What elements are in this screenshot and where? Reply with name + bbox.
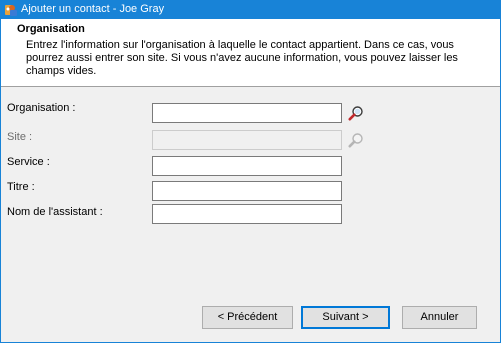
- titre-input[interactable]: [152, 181, 342, 201]
- dialog-window: Ajouter un contact - Joe Gray Organisati…: [0, 0, 501, 343]
- organisation-search-icon[interactable]: [348, 105, 364, 121]
- window-title: Ajouter un contact - Joe Gray: [21, 3, 165, 15]
- organisation-input[interactable]: [152, 103, 342, 123]
- service-label: Service :: [7, 156, 50, 168]
- wizard-header: Organisation Entrez l'information sur l'…: [1, 19, 500, 87]
- assistant-label: Nom de l'assistant :: [7, 206, 103, 218]
- page-description: Entrez l'information sur l'organisation …: [26, 39, 458, 77]
- previous-button[interactable]: < Précédent: [202, 306, 293, 329]
- site-input: [152, 130, 342, 150]
- cancel-button[interactable]: Annuler: [402, 306, 477, 329]
- assistant-input[interactable]: [152, 204, 342, 224]
- organisation-label: Organisation :: [7, 102, 76, 114]
- titre-label: Titre :: [7, 181, 35, 193]
- contact-app-icon: [5, 5, 17, 16]
- title-bar[interactable]: Ajouter un contact - Joe Gray: [1, 1, 500, 19]
- service-input[interactable]: [152, 156, 342, 176]
- page-title: Organisation: [17, 23, 85, 35]
- next-button[interactable]: Suivant >: [301, 306, 390, 329]
- site-label: Site :: [7, 131, 33, 143]
- site-search-icon: [348, 133, 363, 148]
